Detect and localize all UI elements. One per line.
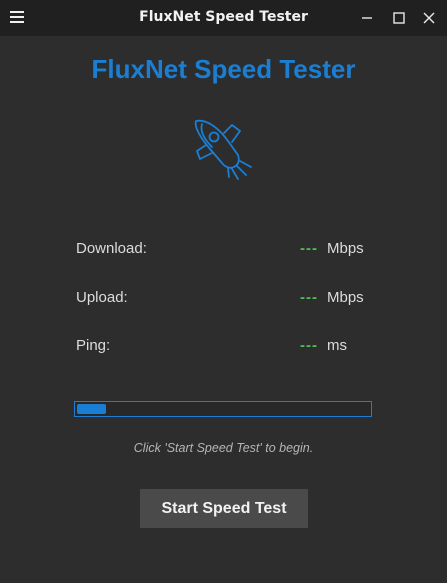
close-icon[interactable] bbox=[417, 6, 441, 30]
upload-value: --- bbox=[300, 289, 318, 306]
download-label: Download: bbox=[76, 240, 147, 257]
upload-label: Upload: bbox=[76, 289, 128, 306]
download-value: --- bbox=[300, 240, 318, 257]
app-window: FluxNet Speed Tester FluxNet Speed Teste… bbox=[0, 0, 447, 583]
minimize-icon[interactable] bbox=[355, 6, 379, 30]
start-speed-test-button[interactable]: Start Speed Test bbox=[140, 489, 308, 528]
rocket-icon bbox=[188, 115, 258, 185]
maximize-icon[interactable] bbox=[387, 6, 411, 30]
progress-fill bbox=[77, 404, 106, 414]
upload-unit: Mbps bbox=[327, 289, 364, 306]
ping-label: Ping: bbox=[76, 337, 111, 354]
app-heading: FluxNet Speed Tester bbox=[91, 54, 356, 84]
ping-unit: ms bbox=[327, 337, 347, 354]
ping-value: --- bbox=[300, 337, 318, 354]
download-unit: Mbps bbox=[327, 240, 364, 257]
title-bar: FluxNet Speed Tester bbox=[0, 0, 447, 36]
progress-bar bbox=[74, 401, 372, 417]
status-text: Click 'Start Speed Test' to begin. bbox=[133, 441, 314, 455]
window-title: FluxNet Speed Tester bbox=[139, 9, 308, 25]
